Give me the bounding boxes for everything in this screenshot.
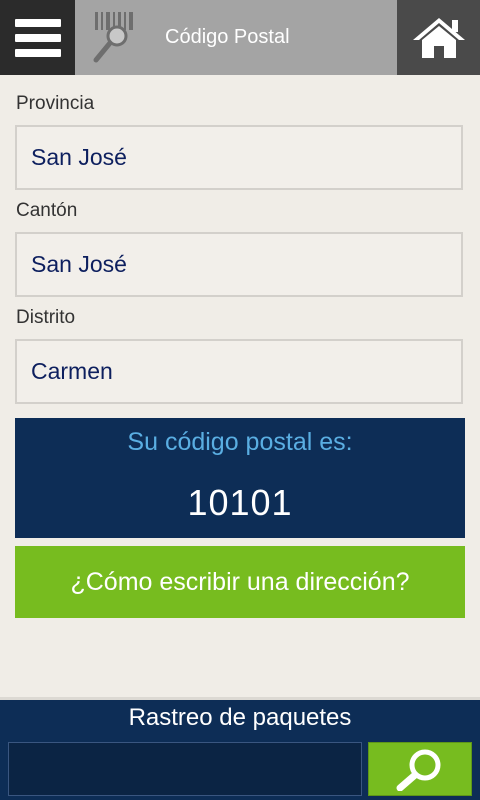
menu-bar — [14, 33, 61, 42]
home-icon — [412, 17, 465, 58]
search-icon — [396, 749, 441, 791]
provincia-select[interactable]: San José — [15, 125, 463, 190]
page-title: Código Postal — [165, 26, 290, 48]
postal-code-result: Su código postal es: 10101 — [15, 418, 465, 538]
menu-bar — [14, 48, 61, 57]
how-to-write-address-button[interactable]: ¿Cómo escribir una dirección? — [15, 546, 465, 618]
canton-label: Cantón — [16, 200, 78, 221]
tracking-input[interactable] — [8, 742, 362, 796]
tracking-title: Rastreo de paquetes — [128, 704, 352, 731]
barcode-search-icon — [93, 12, 133, 63]
postal-code-value: 10101 — [187, 482, 293, 523]
result-label: Su código postal es: — [127, 428, 353, 456]
home-button[interactable] — [397, 0, 480, 75]
menu-bar — [14, 18, 61, 27]
provincia-label: Provincia — [16, 93, 95, 114]
canton-select[interactable]: San José — [15, 232, 463, 297]
menu-button[interactable] — [0, 0, 75, 75]
title-bar: Código Postal — [75, 0, 397, 75]
tracking-search-button[interactable] — [368, 742, 472, 796]
app-header: Código Postal — [0, 0, 480, 75]
distrito-label: Distrito — [16, 307, 76, 328]
package-tracking-bar: Rastreo de paquetes — [0, 697, 480, 800]
distrito-select[interactable]: Carmen — [15, 339, 463, 404]
